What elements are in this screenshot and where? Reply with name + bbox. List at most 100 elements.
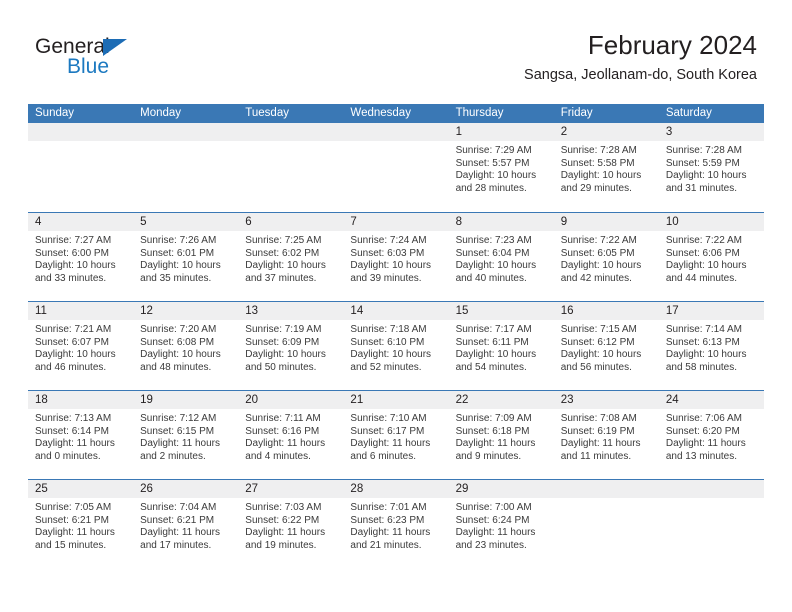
day-details: Sunrise: 7:22 AM Sunset: 6:06 PM Daylight:… (659, 231, 764, 285)
calendar-day-cell[interactable]: 26 Sunrise: 7:04 AM Sunset: 6:21 PM Dayligh… (133, 480, 239, 568)
day-number: 6 (245, 216, 252, 228)
sunset-text: Sunset: 6:11 PM (455, 336, 529, 348)
day-number: 23 (560, 394, 574, 406)
daylight-text-cont: and 11 minutes. (560, 450, 632, 462)
sunrise-text: Sunrise: 7:22 AM (665, 235, 742, 246)
calendar-day-cell[interactable]: 4 Sunrise: 7:27 AM Sunset: 6:00 PM Daylight… (28, 213, 134, 301)
daylight-text-cont: and 31 minutes. (665, 182, 738, 194)
day-number-band: 7 (343, 213, 449, 231)
day-number-band: 29 (448, 480, 554, 498)
day-details: Sunrise: 7:15 AM Sunset: 6:12 PM Daylight:… (554, 320, 659, 374)
day-number: 7 (350, 216, 357, 228)
sunrise-text: Sunrise: 7:20 AM (140, 324, 217, 335)
calendar-day-cell[interactable]: 14 Sunrise: 7:18 AM Sunset: 6:10 PM Dayligh… (343, 302, 449, 390)
calendar-day-cell[interactable]: 24 Sunrise: 7:06 AM Sunset: 6:20 PM Dayligh… (658, 391, 764, 479)
daylight-text-cont: and 19 minutes. (245, 539, 317, 551)
sunrise-text: Sunrise: 7:03 AM (245, 502, 322, 513)
day-number: 13 (245, 305, 259, 317)
sunset-text: Sunset: 6:05 PM (560, 247, 635, 259)
sunset-text: Sunset: 6:13 PM (665, 336, 740, 348)
daylight-text: Daylight: 10 hours (665, 349, 747, 361)
calendar-week-row: 4 Sunrise: 7:27 AM Sunset: 6:00 PM Daylight… (28, 212, 764, 301)
sunset-text: Sunset: 6:15 PM (140, 425, 215, 437)
calendar-day-cell[interactable]: 9 Sunrise: 7:22 AM Sunset: 6:05 PM Daylight… (553, 213, 659, 301)
calendar-day-cell[interactable]: 15 Sunrise: 7:17 AM Sunset: 6:11 PM Dayligh… (448, 302, 554, 390)
calendar-day-cell[interactable]: 28 Sunrise: 7:01 AM Sunset: 6:23 PM Dayligh… (343, 480, 449, 568)
calendar-day-cell[interactable]: 1 Sunrise: 7:29 AM Sunset: 5:57 PM Daylight… (448, 123, 554, 212)
day-number-band: 28 (343, 480, 449, 498)
day-number-band: 21 (343, 391, 449, 409)
day-details (554, 498, 659, 502)
day-number: 9 (560, 216, 568, 228)
calendar-day-cell[interactable]: 25 Sunrise: 7:05 AM Sunset: 6:21 PM Dayligh… (28, 480, 134, 568)
day-details: Sunrise: 7:08 AM Sunset: 6:19 PM Daylight:… (554, 409, 659, 463)
calendar-day-cell[interactable]: 18 Sunrise: 7:13 AM Sunset: 6:14 PM Dayligh… (28, 391, 134, 479)
calendar-day-cell[interactable]: 27 Sunrise: 7:03 AM Sunset: 6:22 PM Dayligh… (238, 480, 344, 568)
day-details: Sunrise: 7:05 AM Sunset: 6:21 PM Daylight:… (28, 498, 133, 552)
daylight-text: Daylight: 10 hours (350, 260, 432, 272)
daylight-text: Daylight: 11 hours (140, 527, 220, 539)
day-number: 21 (350, 394, 364, 406)
calendar-day-cell[interactable]: 23 Sunrise: 7:08 AM Sunset: 6:19 PM Dayligh… (553, 391, 659, 479)
calendar-day-cell[interactable]: 2 Sunrise: 7:28 AM Sunset: 5:58 PM Daylight… (553, 123, 659, 212)
day-number: 28 (350, 483, 364, 495)
daylight-text: Daylight: 11 hours (245, 527, 326, 539)
calendar-day-cell[interactable]: 11 Sunrise: 7:21 AM Sunset: 6:07 PM Dayligh… (28, 302, 134, 390)
sunset-text: Sunset: 6:07 PM (35, 336, 109, 348)
daylight-text: Daylight: 11 hours (35, 438, 115, 450)
sunset-text: Sunset: 6:06 PM (665, 247, 740, 259)
sunset-text: Sunset: 6:21 PM (140, 514, 215, 526)
day-details (343, 141, 448, 145)
calendar-day-cell[interactable]: 20 Sunrise: 7:11 AM Sunset: 6:16 PM Dayligh… (238, 391, 344, 479)
daylight-text-cont: and 35 minutes. (140, 272, 212, 284)
calendar-day-cell[interactable]: 21 Sunrise: 7:10 AM Sunset: 6:17 PM Dayligh… (343, 391, 449, 479)
sunrise-text: Sunrise: 7:29 AM (455, 145, 532, 156)
sunset-text: Sunset: 6:10 PM (350, 336, 425, 348)
calendar-day-cell[interactable]: 10 Sunrise: 7:22 AM Sunset: 6:06 PM Dayligh… (658, 213, 764, 301)
calendar-day-cell[interactable]: 16 Sunrise: 7:15 AM Sunset: 6:12 PM Dayligh… (553, 302, 659, 390)
day-number: 11 (35, 305, 47, 317)
day-details: Sunrise: 7:24 AM Sunset: 6:03 PM Daylight:… (343, 231, 448, 285)
calendar-day-cell[interactable]: 29 Sunrise: 7:00 AM Sunset: 6:24 PM Dayligh… (448, 480, 554, 568)
daylight-text-cont: and 37 minutes. (245, 272, 317, 284)
calendar-day-cell[interactable]: 5 Sunrise: 7:26 AM Sunset: 6:01 PM Daylight… (133, 213, 239, 301)
calendar-day-cell[interactable]: 22 Sunrise: 7:09 AM Sunset: 6:18 PM Dayligh… (448, 391, 554, 479)
sunrise-text: Sunrise: 7:14 AM (665, 324, 742, 335)
daylight-text: Daylight: 10 hours (35, 260, 116, 272)
daylight-text: Daylight: 11 hours (140, 438, 220, 450)
calendar-grid: Sunday Monday Tuesday Wednesday Thursday… (28, 104, 764, 568)
calendar-page: General Blue February 2024 Sangsa, Jeoll… (0, 0, 792, 612)
calendar-day-cell[interactable]: 19 Sunrise: 7:12 AM Sunset: 6:15 PM Dayligh… (133, 391, 239, 479)
calendar-day-cell[interactable]: 17 Sunrise: 7:14 AM Sunset: 6:13 PM Dayligh… (658, 302, 764, 390)
day-details (659, 498, 764, 502)
weekday-header-thursday: Thursday (455, 107, 504, 119)
sunrise-text: Sunrise: 7:21 AM (35, 324, 112, 335)
daylight-text: Daylight: 10 hours (350, 349, 432, 361)
day-details: Sunrise: 7:27 AM Sunset: 6:00 PM Daylight:… (28, 231, 133, 285)
calendar-day-cell[interactable]: 6 Sunrise: 7:25 AM Sunset: 6:02 PM Daylight… (238, 213, 344, 301)
calendar-day-cell[interactable]: 3 Sunrise: 7:28 AM Sunset: 5:59 PM Daylight… (658, 123, 764, 212)
day-number-band: 6 (238, 213, 344, 231)
daylight-text-cont: and 6 minutes. (350, 450, 417, 462)
calendar-day-cell[interactable]: 13 Sunrise: 7:19 AM Sunset: 6:09 PM Dayligh… (238, 302, 344, 390)
calendar-day-cell[interactable]: 7 Sunrise: 7:24 AM Sunset: 6:03 PM Daylight… (343, 213, 449, 301)
daylight-text-cont: and 13 minutes. (665, 450, 738, 462)
day-details: Sunrise: 7:28 AM Sunset: 5:59 PM Daylight:… (659, 141, 764, 195)
day-details: Sunrise: 7:23 AM Sunset: 6:04 PM Daylight:… (449, 231, 554, 285)
daylight-text-cont: and 44 minutes. (665, 272, 738, 284)
sunset-text: Sunset: 6:08 PM (140, 336, 215, 348)
calendar-day-cell[interactable]: 12 Sunrise: 7:20 AM Sunset: 6:08 PM Dayligh… (133, 302, 239, 390)
sunrise-text: Sunrise: 7:19 AM (245, 324, 322, 335)
sunset-text: Sunset: 6:16 PM (245, 425, 320, 437)
day-number: 12 (140, 305, 153, 317)
day-number-band (553, 480, 659, 498)
day-number-band (343, 123, 449, 141)
daylight-text-cont: and 28 minutes. (455, 182, 527, 194)
sunrise-text: Sunrise: 7:28 AM (665, 145, 742, 156)
calendar-weeks: 1 Sunrise: 7:29 AM Sunset: 5:57 PM Daylight… (28, 123, 764, 568)
sunset-text: Sunset: 6:22 PM (245, 514, 320, 526)
sunrise-text: Sunrise: 7:00 AM (455, 502, 532, 513)
day-number-band: 13 (238, 302, 344, 320)
daylight-text-cont: and 4 minutes. (245, 450, 311, 462)
calendar-day-cell[interactable]: 8 Sunrise: 7:23 AM Sunset: 6:04 PM Daylight… (448, 213, 554, 301)
